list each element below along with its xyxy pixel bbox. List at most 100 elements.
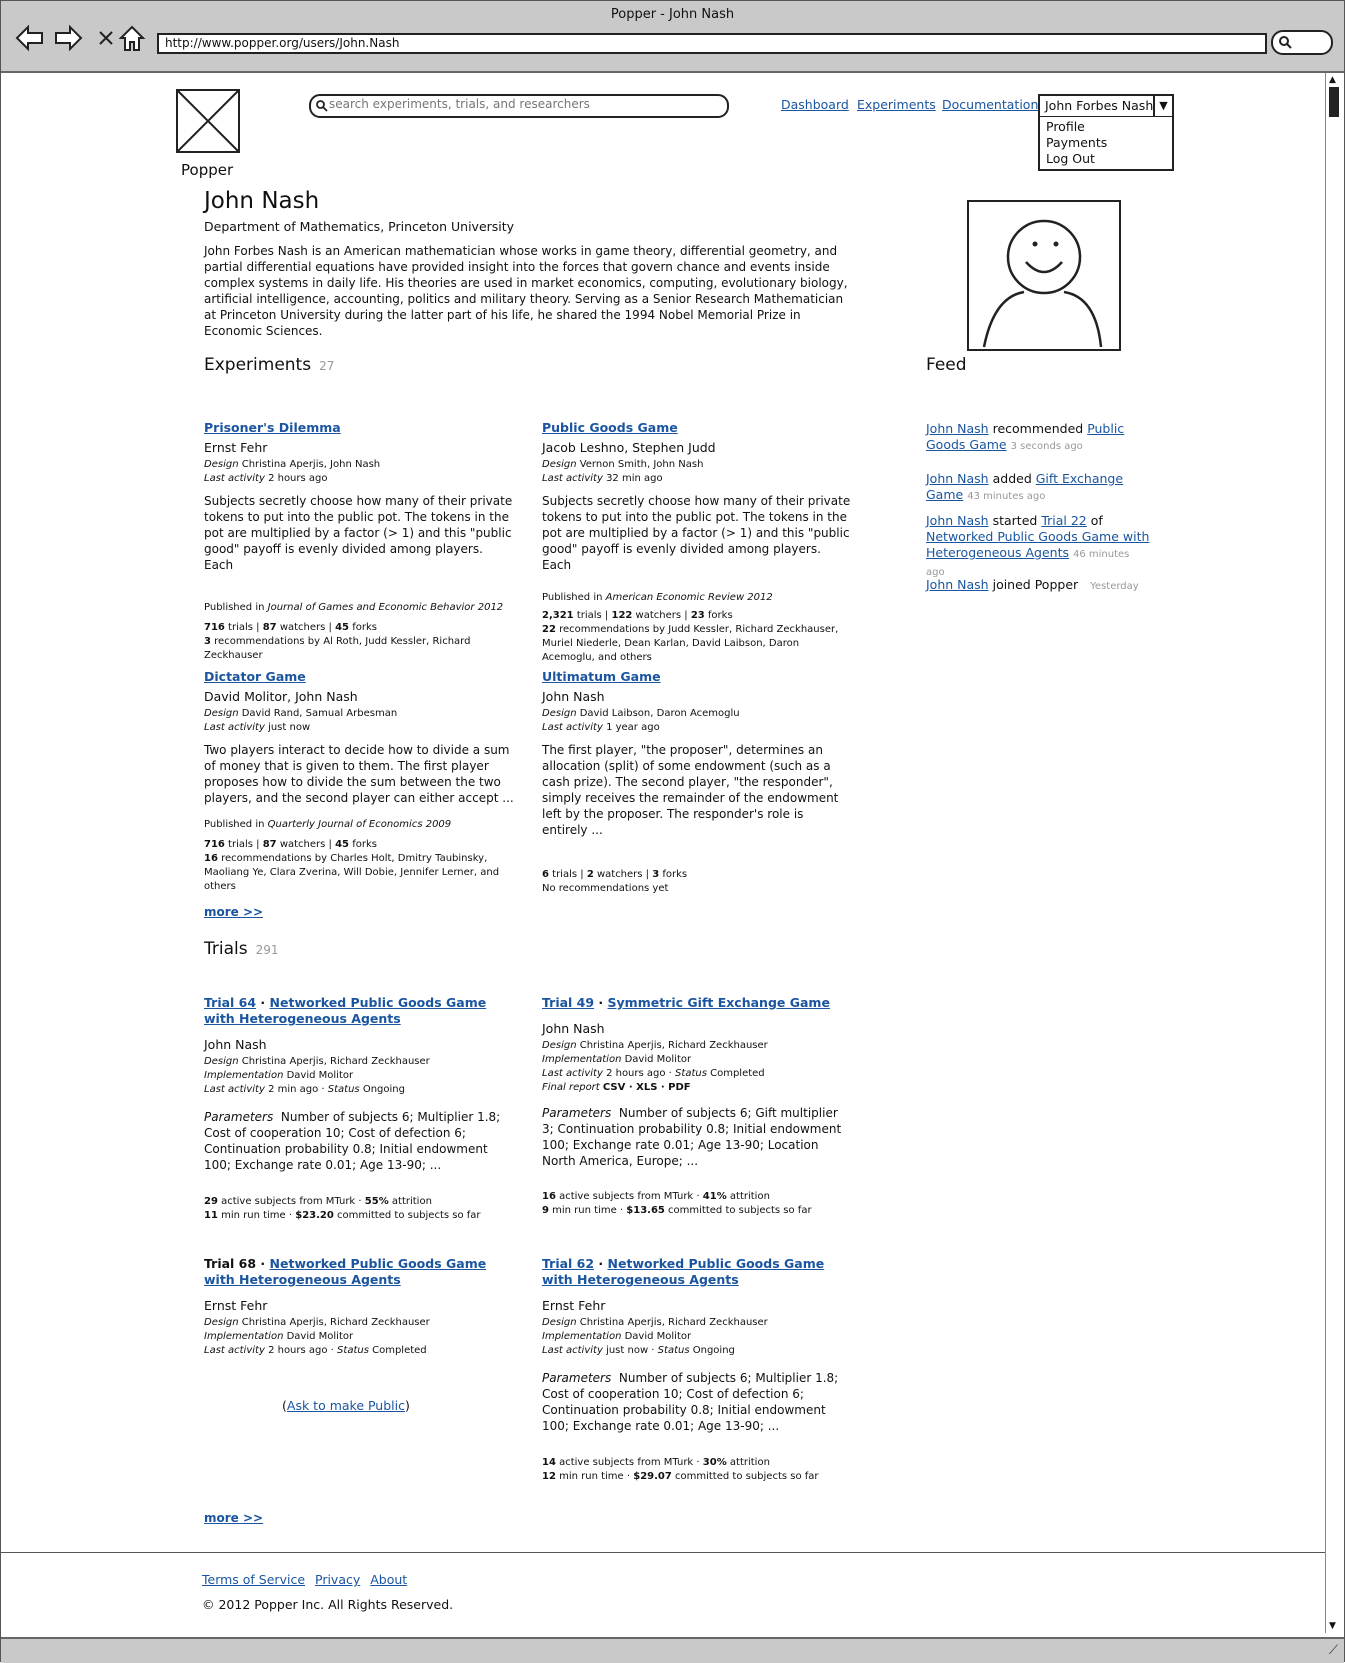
experiment-description: Two players interact to decide how to di…	[204, 743, 514, 805]
nav-experiments[interactable]: Experiments	[857, 97, 936, 112]
forks-count: 45	[335, 622, 350, 633]
footer-links: Terms of Service Privacy About	[202, 1572, 413, 1587]
trials-more-link[interactable]: more >>	[204, 1511, 263, 1525]
logo-image-placeholder[interactable]	[176, 89, 240, 153]
feed-actor-link[interactable]: John Nash	[926, 471, 989, 486]
design-value: David Rand, Samual Arbesman	[241, 708, 398, 719]
experiment-authors: Jacob Leshno, Stephen Judd	[542, 440, 716, 455]
menu-item-payments[interactable]: Payments	[1046, 135, 1107, 150]
run-time: 11	[204, 1210, 218, 1221]
feed-action: added	[992, 471, 1032, 486]
chevron-down-icon[interactable]: ▼	[1153, 96, 1172, 116]
recommendations-count: 16	[204, 853, 218, 864]
design-value: Christina Aperjis, Richard Zeckhauser	[241, 1317, 430, 1328]
vertical-scrollbar[interactable]: ▲ ▼	[1325, 73, 1344, 1633]
implementation-label: Implementation	[204, 1070, 284, 1081]
experiment-title-link[interactable]: Dictator Game	[204, 669, 306, 684]
trials-title: Trials	[204, 939, 248, 959]
feed-target-link[interactable]: Trial 22	[1041, 513, 1086, 528]
trial-link[interactable]: Trial 62	[542, 1256, 594, 1271]
trials-count: 716	[204, 839, 225, 850]
browser-search-box[interactable]	[1271, 30, 1333, 55]
implementation-value: David Molitor	[624, 1331, 692, 1342]
status-label: Status	[327, 1084, 360, 1095]
feed-action: started	[992, 513, 1038, 528]
trials-count: 291	[255, 943, 279, 957]
feed-title: Feed	[926, 355, 967, 375]
trial-experiment-link[interactable]: Symmetric Gift Exchange Game	[608, 995, 830, 1010]
last-activity-label: Last activity	[542, 1345, 603, 1356]
design-value: Christina Aperjis, Richard Zeckhauser	[579, 1317, 768, 1328]
ask-public-link[interactable]: Ask to make Public	[287, 1398, 405, 1413]
design-label: Design	[542, 459, 577, 470]
site-search[interactable]	[309, 94, 729, 118]
copyright: © 2012 Popper Inc. All Rights Reserved.	[202, 1597, 454, 1612]
trials-count: 2,321	[542, 610, 574, 621]
feed-actor-link[interactable]: John Nash	[926, 513, 989, 528]
feed-item: John Nash joined Popper Yesterday	[926, 577, 1151, 595]
attrition: 41%	[702, 1191, 727, 1202]
scroll-up-arrow-icon[interactable]: ▲	[1329, 75, 1336, 85]
experiment-title-link[interactable]: Ultimatum Game	[542, 669, 661, 684]
feed-time: 3 seconds ago	[1010, 441, 1083, 452]
forks-count: 23	[690, 610, 705, 621]
nav-dashboard[interactable]: Dashboard	[781, 97, 849, 112]
profile-bio: John Forbes Nash is an American mathemat…	[204, 244, 848, 338]
footer-link-about[interactable]: About	[370, 1572, 407, 1587]
feed-actor-link[interactable]: John Nash	[926, 421, 989, 436]
design-label: Design	[204, 708, 239, 719]
user-menu-dropdown[interactable]: John Forbes Nash ▼	[1038, 94, 1174, 118]
browser-statusbar: ⟋	[1, 1637, 1344, 1663]
last-activity-label: Last activity	[204, 473, 265, 484]
published-prefix: Published in	[204, 602, 265, 613]
trial-label: Trial 68	[204, 1256, 257, 1271]
final-report-label: Final report	[542, 1082, 600, 1093]
published-in: American Economic Review 2012	[605, 592, 773, 603]
experiments-title: Experiments	[204, 355, 312, 375]
footer-divider	[1, 1552, 1326, 1553]
run-time: 9	[542, 1205, 549, 1216]
experiment-authors: Ernst Fehr	[204, 440, 268, 455]
active-subjects: 29	[204, 1196, 218, 1207]
back-arrow-icon[interactable]	[15, 23, 45, 53]
experiment-title-link[interactable]: Public Goods Game	[542, 420, 678, 435]
scrollbar-thumb[interactable]	[1329, 87, 1339, 117]
implementation-label: Implementation	[542, 1331, 622, 1342]
forward-arrow-icon[interactable]	[53, 23, 83, 53]
menu-item-profile[interactable]: Profile	[1046, 119, 1085, 134]
design-value: Christina Aperjis, Richard Zeckhauser	[241, 1056, 430, 1067]
experiments-heading: Experiments 27	[204, 355, 334, 375]
footer-link-terms[interactable]: Terms of Service	[202, 1572, 305, 1587]
experiment-description: Subjects secretly choose how many of the…	[204, 494, 513, 572]
menu-item-log-out[interactable]: Log Out	[1046, 151, 1095, 166]
implementation-value: David Molitor	[286, 1331, 354, 1342]
resize-grip-icon[interactable]: ⟋	[1329, 1643, 1338, 1658]
experiments-count: 27	[319, 359, 335, 373]
nav-documentation[interactable]: Documentation	[942, 97, 1038, 112]
published-prefix: Published in	[204, 819, 265, 830]
search-input[interactable]	[329, 97, 709, 111]
trials-count: 6	[542, 869, 549, 880]
implementation-value: David Molitor	[286, 1070, 354, 1081]
feed-actor-link[interactable]: John Nash	[926, 577, 989, 592]
footer-link-privacy[interactable]: Privacy	[315, 1572, 360, 1587]
trial-authors: John Nash	[542, 1021, 605, 1036]
avatar	[967, 200, 1121, 351]
trial-link[interactable]: Trial 64	[204, 995, 256, 1010]
trial-link[interactable]: Trial 49	[542, 995, 594, 1010]
address-bar[interactable]: http://www.popper.org/users/John.Nash	[157, 33, 1267, 54]
experiment-title-link[interactable]: Prisoner's Dilemma	[204, 420, 341, 435]
published-in: Journal of Games and Economic Behavior 2…	[267, 602, 504, 613]
parameters-label: Parameters	[542, 1106, 612, 1120]
design-label: Design	[204, 1317, 239, 1328]
user-menu-label: John Forbes Nash	[1045, 98, 1154, 113]
final-report-links[interactable]: CSV · XLS · PDF	[603, 1082, 691, 1093]
feed-item: John Nash recommended Public Goods Game …	[926, 421, 1151, 455]
design-label: Design	[204, 459, 239, 470]
status-value: Ongoing	[362, 1084, 405, 1095]
last-activity-value: 2 hours ago	[268, 473, 328, 484]
scroll-down-arrow-icon[interactable]: ▼	[1329, 1621, 1336, 1631]
experiments-more-link[interactable]: more >>	[204, 905, 263, 919]
trials-count: 716	[204, 622, 225, 633]
home-icon[interactable]	[117, 23, 147, 53]
